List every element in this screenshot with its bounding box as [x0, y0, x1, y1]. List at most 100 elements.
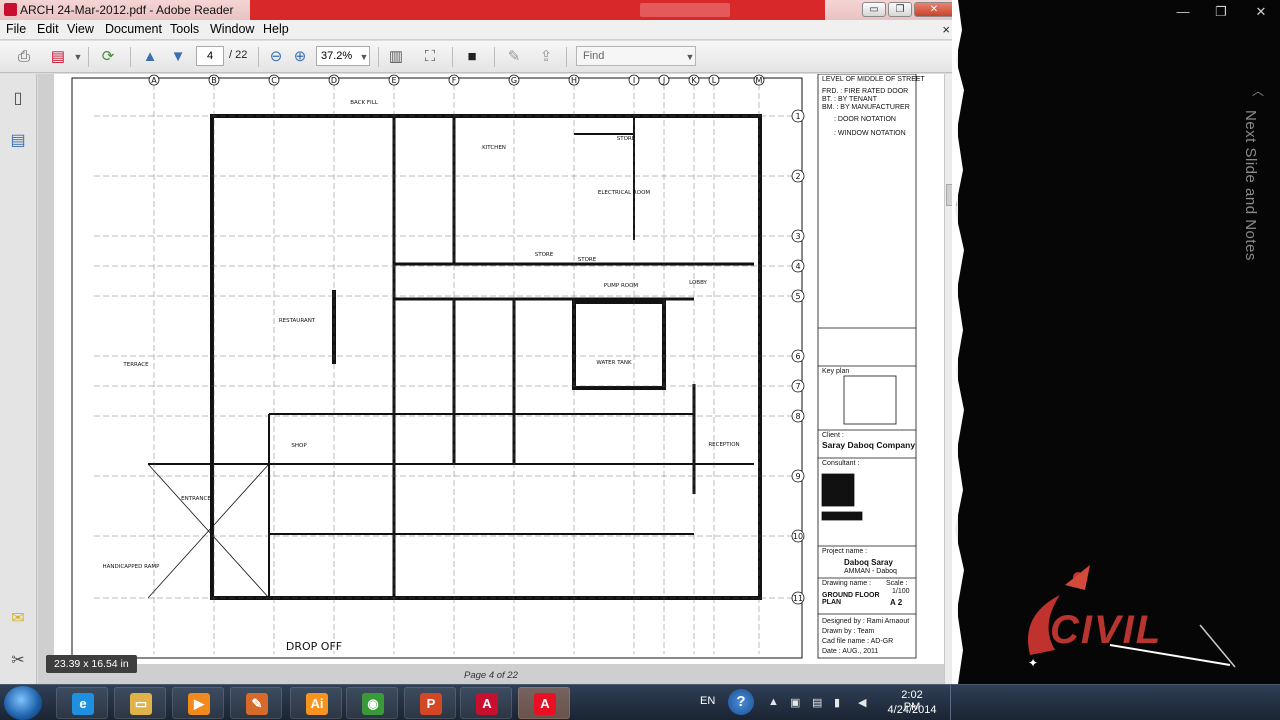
fit-page-icon[interactable]: ⛶ [420, 47, 440, 67]
tray-expand-icon[interactable]: ▲ [768, 696, 779, 708]
grid-label: 6 [795, 352, 800, 361]
room-label: STORE [617, 136, 636, 142]
legend-street-level: LEVEL OF MIDDLE OF STREET [822, 76, 925, 83]
window-title: ARCH 24-Mar-2012.pdf - Adobe Reader [20, 3, 234, 17]
find-input[interactable]: Find [576, 46, 696, 66]
grid-label: 5 [795, 292, 800, 301]
taskbar-app-explorer[interactable]: ▭ [114, 687, 166, 719]
room-label: ELECTRICAL ROOM [598, 190, 651, 196]
room-label: TERRACE [122, 362, 149, 368]
toolbar-separator [130, 47, 131, 67]
panel-restore-button[interactable]: ❐ [1210, 4, 1232, 20]
close-button[interactable]: ✕ [914, 2, 954, 17]
previous-page-icon[interactable]: ▲ [140, 47, 160, 67]
taskbar-app-reader[interactable]: A [518, 687, 570, 719]
explorer-icon: ▭ [130, 693, 152, 715]
attachments-icon[interactable]: ✂ [8, 650, 28, 672]
document-close-button[interactable]: × [942, 22, 950, 37]
taskbar-app-illustrator[interactable]: Ai [290, 687, 342, 719]
legend-frd: FRD. : FIRE RATED DOOR [822, 88, 909, 95]
room-label: STORE [578, 257, 597, 263]
zoom-out-icon[interactable]: ⊖ [266, 47, 286, 67]
panel-close-button[interactable]: ✕ [1250, 4, 1272, 20]
zoom-in-icon[interactable]: ⊕ [290, 47, 310, 67]
paint-icon: ✎ [246, 693, 268, 715]
toolbar-separator [258, 47, 259, 67]
grid-label: I [633, 76, 635, 85]
volume-icon[interactable]: ◀ [858, 696, 866, 709]
taskbar-app-powerpoint[interactable]: P [404, 687, 456, 719]
tray-app-icon[interactable]: ▣ [790, 696, 800, 709]
taskbar-app-acrobat[interactable]: A [460, 687, 512, 719]
chevron-up-icon[interactable]: ︿ [1252, 82, 1264, 99]
language-indicator[interactable]: EN [700, 695, 715, 707]
title-bar-highlight-tab [640, 3, 730, 17]
page-thumbnails-icon[interactable]: ▯ [8, 88, 28, 110]
menu-bar: File Edit View Document Tools Window Hel… [0, 20, 958, 40]
zoom-dropdown-icon[interactable]: ▼ [354, 47, 374, 67]
grid-label: 8 [795, 412, 800, 421]
project-location: AMMAN - Daboq [844, 568, 897, 575]
chrome-icon: ◉ [362, 693, 384, 715]
taskbar-app-paint[interactable]: ✎ [230, 687, 282, 719]
sign-icon[interactable]: ✎ [504, 47, 524, 67]
menu-help[interactable]: Help [263, 22, 289, 36]
find-dropdown-icon[interactable]: ▼ [680, 47, 700, 67]
taskbar-app-media[interactable]: ▶ [172, 687, 224, 719]
maximize-icon: ❐ [895, 4, 905, 15]
scrolling-mode-icon[interactable]: ▥ [386, 47, 406, 67]
drawing-label: Drawing name : [822, 580, 872, 587]
comments-icon[interactable]: ✉ [8, 608, 28, 630]
next-slide-notes-button[interactable]: Next Slide and Notes [1242, 110, 1272, 410]
grid-label: L [712, 76, 717, 85]
room-label: RESTAURANT [279, 318, 316, 324]
room-label: HANDICAPPED RAMP [103, 564, 161, 570]
taskbar-app-ie[interactable]: e [56, 687, 108, 719]
room-label: STORE [535, 252, 554, 258]
bookmarks-icon[interactable]: ▤ [8, 130, 28, 152]
show-desktop-button[interactable] [950, 685, 960, 720]
grid-label: D [331, 76, 337, 85]
menu-edit[interactable]: Edit [37, 22, 59, 36]
grid-label: H [571, 76, 577, 85]
minimize-button[interactable]: ▭ [862, 2, 886, 17]
share-icon[interactable]: ⇪ [536, 47, 556, 67]
room-label: KITCHEN [482, 145, 506, 151]
collaborate-icon[interactable]: ⟳ [98, 47, 118, 67]
maximize-button[interactable]: ❐ [888, 2, 912, 17]
grid-label: 7 [795, 382, 800, 391]
menu-window[interactable]: Window [210, 22, 254, 36]
drawn-by: Drawn by : Team [822, 628, 875, 635]
next-page-icon[interactable]: ▼ [168, 47, 188, 67]
project-name: Daboq Saray [844, 558, 893, 567]
grid-label: M [756, 76, 763, 85]
room-label: LOBBY [689, 280, 707, 286]
tray-safely-remove-icon[interactable]: ▤ [812, 696, 822, 709]
grid-label: A [151, 76, 157, 85]
reader-icon: A [534, 693, 556, 715]
grid-label: 4 [795, 262, 800, 271]
panel-minimize-button[interactable]: — [1172, 4, 1194, 19]
start-button[interactable] [4, 686, 42, 720]
room-label: RECEPTION [708, 442, 739, 448]
network-icon[interactable]: ▮ [834, 696, 840, 709]
menu-document[interactable]: Document [105, 22, 162, 36]
full-screen-icon[interactable]: ■ [462, 47, 482, 67]
grid-label: E [391, 76, 396, 85]
cad-file-name: Cad file name : AD-GR [822, 638, 894, 645]
toolbar-separator [566, 47, 567, 67]
dropdown-arrow-icon[interactable]: ▼ [68, 47, 88, 67]
document-viewport[interactable]: A B C D E F G H I J K L M 1 2 3 4 5 6 7 8 9 10 11 KITCHEN STORE EL… [38, 73, 944, 684]
grid-label: 2 [795, 172, 800, 181]
menu-tools[interactable]: Tools [170, 22, 199, 36]
menu-view[interactable]: View [67, 22, 94, 36]
pdf-page: A B C D E F G H I J K L M 1 2 3 4 5 6 7 8 9 10 11 KITCHEN STORE EL… [54, 73, 944, 664]
create-pdf-icon[interactable]: ▤ [48, 47, 68, 67]
menu-file[interactable]: File [6, 22, 26, 36]
legend-bm: BM. : BY MANUFACTURER [822, 104, 910, 111]
help-icon[interactable]: ? [728, 689, 754, 715]
taskbar-app-chrome[interactable]: ◉ [346, 687, 398, 719]
clock-date[interactable]: 4/24/2014 [884, 704, 940, 716]
page-number-input[interactable]: 4 [196, 46, 224, 66]
print-icon[interactable]: ⎙ [14, 47, 34, 67]
